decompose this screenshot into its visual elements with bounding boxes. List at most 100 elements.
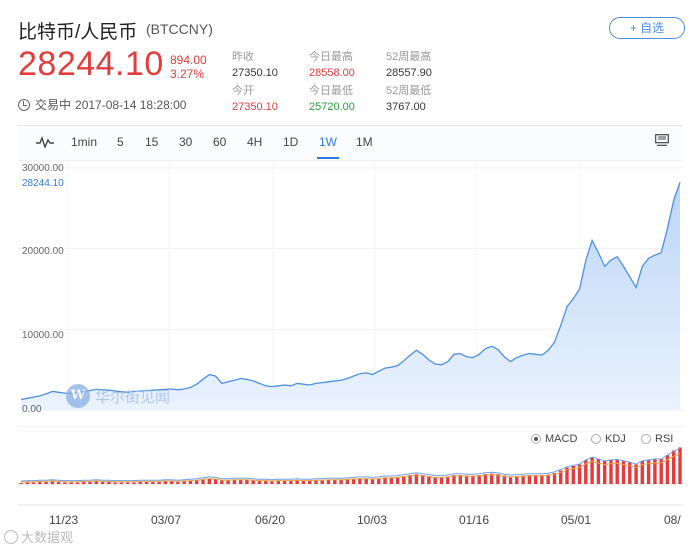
interval-30[interactable]: 30 xyxy=(179,135,192,149)
stat-value: 28558.00 xyxy=(309,67,355,79)
price-point xyxy=(679,182,680,183)
watermark-ring-icon xyxy=(4,529,18,544)
interval-1w[interactable]: 1W xyxy=(319,135,337,149)
interval-15[interactable]: 15 xyxy=(145,135,158,149)
price-point xyxy=(422,354,423,355)
price-point xyxy=(654,255,655,256)
price-point xyxy=(253,380,254,381)
stat-52w-low: 52周最低 3767.00 xyxy=(386,84,431,114)
macd-bar xyxy=(320,480,324,484)
price-area-fill xyxy=(21,182,680,410)
price-point xyxy=(372,374,373,375)
price-point xyxy=(240,378,241,379)
macd-bar xyxy=(508,476,513,484)
price-point xyxy=(46,393,47,394)
macd-bar xyxy=(339,480,343,484)
price-point xyxy=(278,385,279,386)
price-point xyxy=(20,399,21,400)
macd-bar xyxy=(63,482,67,484)
y-tick-label: 10000.00 xyxy=(22,330,64,341)
macd-bar xyxy=(119,482,124,484)
macd-bar xyxy=(282,481,287,484)
macd-bar xyxy=(138,482,142,484)
price-point xyxy=(629,276,630,277)
add-favorite-button[interactable]: + 自选 xyxy=(609,17,685,39)
corner-watermark: 大数据观 xyxy=(4,527,73,546)
macd-bar xyxy=(276,481,280,484)
stat-label: 今日最低 xyxy=(309,85,353,97)
stat-label: 52周最低 xyxy=(386,85,432,97)
price-point xyxy=(33,396,34,397)
interval-60[interactable]: 60 xyxy=(213,135,226,149)
stat-day-low: 今日最低 25720.00 xyxy=(309,84,355,114)
y-tick-label: 30000.00 xyxy=(22,163,64,174)
macd-bar xyxy=(188,481,193,484)
price-point xyxy=(378,371,379,372)
price-point xyxy=(221,383,222,384)
stat-label: 今日最高 xyxy=(309,51,353,63)
price-point xyxy=(598,252,599,253)
interval-5[interactable]: 5 xyxy=(117,135,124,149)
price-point xyxy=(453,354,454,355)
stat-value: 3767.00 xyxy=(386,101,426,113)
price-point xyxy=(177,389,178,390)
macd-bar xyxy=(245,480,249,484)
price-point xyxy=(271,386,272,387)
macd-bar xyxy=(144,482,149,484)
macd-bar xyxy=(220,480,224,484)
macd-bar xyxy=(370,479,375,484)
macd-bar xyxy=(82,482,86,484)
price-point xyxy=(171,388,172,389)
x-tick-label: 05/01 xyxy=(561,513,592,527)
interval-1min[interactable]: 1min xyxy=(71,135,97,149)
macd-bar xyxy=(157,482,161,484)
current-price-axis-label: 28244.10 xyxy=(22,178,64,189)
macd-bar xyxy=(540,475,544,484)
clock-icon xyxy=(18,98,30,111)
price-point xyxy=(485,348,486,349)
price-point xyxy=(522,355,523,356)
price-point xyxy=(510,361,511,362)
macd-bar xyxy=(195,480,199,484)
price-point xyxy=(322,382,323,383)
price-point xyxy=(297,383,298,384)
interval-1m[interactable]: 1M xyxy=(356,135,373,149)
macd-bar xyxy=(44,482,48,484)
macd-bar xyxy=(345,479,350,484)
stat-label: 昨收 xyxy=(232,51,254,63)
price-point xyxy=(466,356,467,357)
status-label: 交易中 xyxy=(35,98,72,112)
price-point xyxy=(447,361,448,362)
line-chart-icon[interactable] xyxy=(36,136,54,148)
price-point xyxy=(472,357,473,358)
price-point xyxy=(265,385,266,386)
price-point xyxy=(353,376,354,377)
price-point xyxy=(347,378,348,379)
monitor-icon[interactable] xyxy=(655,134,669,146)
interval-4h[interactable]: 4H xyxy=(247,135,262,149)
price-point xyxy=(403,360,404,361)
macd-bar xyxy=(326,480,331,484)
price-point xyxy=(228,381,229,382)
macd-bar xyxy=(201,479,205,484)
stat-open: 今开 27350.10 xyxy=(232,84,278,114)
price-point xyxy=(661,252,662,253)
price-point xyxy=(504,356,505,357)
pair-code: (BTCCNY) xyxy=(146,21,213,37)
macd-bar xyxy=(56,482,61,484)
macd-bar xyxy=(471,475,475,484)
macd-indicator-chart[interactable] xyxy=(18,428,683,506)
price-point xyxy=(184,388,185,389)
price-point xyxy=(196,384,197,385)
watermark-logo: W 华尔街见闻 xyxy=(66,384,170,408)
price-point xyxy=(359,373,360,374)
price-point xyxy=(397,365,398,366)
price-point xyxy=(39,395,40,396)
macd-bar xyxy=(678,447,682,484)
price-point xyxy=(566,306,567,307)
price-point xyxy=(391,367,392,368)
price-point xyxy=(560,325,561,326)
interval-1d[interactable]: 1D xyxy=(283,135,298,149)
macd-bar xyxy=(270,481,274,484)
macd-bar xyxy=(50,481,55,484)
